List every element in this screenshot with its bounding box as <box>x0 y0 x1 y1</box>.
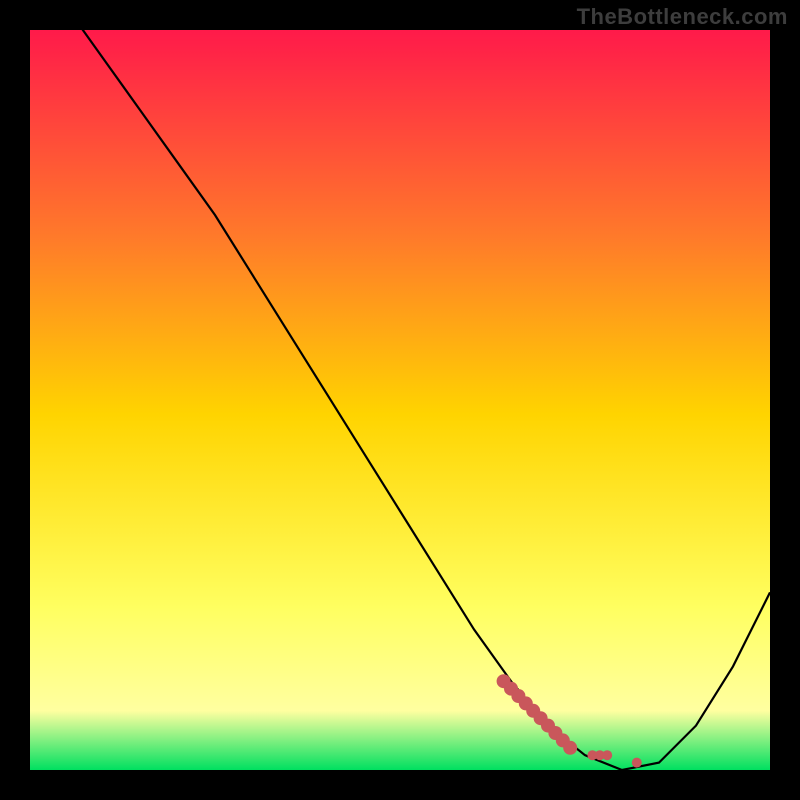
chart-frame: TheBottleneck.com <box>0 0 800 800</box>
gradient-background <box>30 30 770 770</box>
marker-dot <box>602 750 612 760</box>
watermark-text: TheBottleneck.com <box>577 4 788 30</box>
chart-svg <box>30 30 770 770</box>
plot-area <box>30 30 770 770</box>
marker-dot <box>632 758 642 768</box>
marker-dot <box>563 741 577 755</box>
